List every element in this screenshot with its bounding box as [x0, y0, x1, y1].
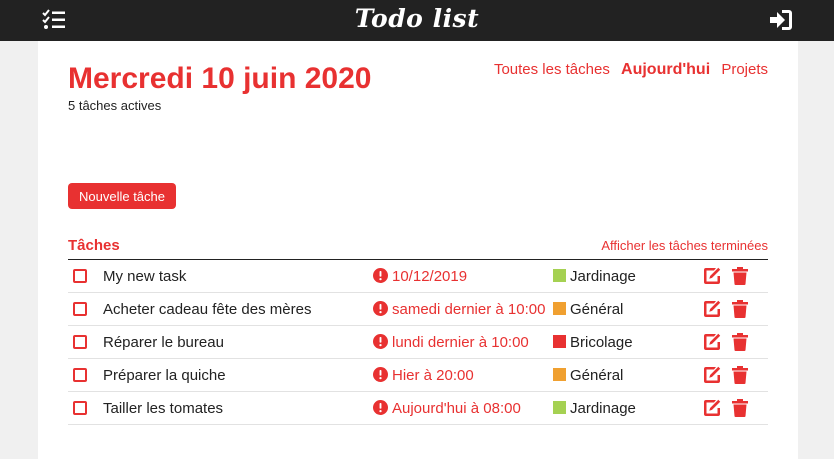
edit-icon[interactable] — [703, 300, 721, 318]
task-checkbox[interactable] — [73, 335, 87, 349]
task-checkbox[interactable] — [73, 401, 87, 415]
task-due-date: Aujourd'hui à 08:00 — [392, 400, 521, 417]
tasks-title: Tâches — [68, 237, 120, 254]
app-logo[interactable]: Todo list — [0, 4, 834, 33]
trash-icon[interactable] — [732, 399, 748, 417]
task-checkbox[interactable] — [73, 302, 87, 316]
show-completed-link[interactable]: Afficher les tâches terminées — [601, 238, 768, 253]
new-task-button[interactable]: Nouvelle tâche — [68, 183, 176, 209]
trash-icon[interactable] — [732, 267, 748, 285]
project-color-swatch — [553, 401, 566, 414]
view-nav: Toutes les tâches Aujourd'hui Projets — [487, 61, 768, 79]
task-name[interactable]: Préparer la quiche — [103, 367, 226, 384]
task-due-date: Hier à 20:00 — [392, 367, 474, 384]
trash-icon[interactable] — [732, 300, 748, 318]
nav-projects[interactable]: Projets — [721, 61, 768, 78]
edit-icon[interactable] — [703, 267, 721, 285]
main-panel: Mercredi 10 juin 2020 5 tâches actives T… — [38, 41, 798, 459]
project-color-swatch — [553, 368, 566, 381]
task-checkbox[interactable] — [73, 368, 87, 382]
page-title: Mercredi 10 juin 2020 — [68, 62, 372, 95]
top-bar: Todo list — [0, 0, 834, 41]
task-project: Bricolage — [570, 334, 633, 351]
exclamation-circle-icon — [373, 268, 388, 283]
nav-today[interactable]: Aujourd'hui — [621, 61, 710, 78]
task-row: My new task 10/12/2019 Jardinage — [68, 260, 768, 293]
task-due-date: 10/12/2019 — [392, 268, 468, 285]
active-tasks-count: 5 tâches actives — [68, 98, 162, 113]
project-color-swatch — [553, 335, 566, 348]
task-name[interactable]: Acheter cadeau fête des mères — [103, 301, 311, 318]
task-row: Tailler les tomates Aujourd'hui à 08:00 … — [68, 392, 768, 425]
edit-icon[interactable] — [703, 399, 721, 417]
exclamation-circle-icon — [373, 334, 388, 349]
exclamation-circle-icon — [373, 301, 388, 316]
task-row: Acheter cadeau fête des mères samedi der… — [68, 293, 768, 326]
task-project: Jardinage — [570, 268, 636, 285]
task-due-date: lundi dernier à 10:00 — [392, 334, 529, 351]
task-project: Général — [570, 301, 624, 318]
task-name[interactable]: Tailler les tomates — [103, 400, 223, 417]
task-project: Général — [570, 367, 624, 384]
exclamation-circle-icon — [373, 400, 388, 415]
task-row: Réparer le bureau lundi dernier à 10:00 … — [68, 326, 768, 359]
exclamation-circle-icon — [373, 367, 388, 382]
trash-icon[interactable] — [732, 333, 748, 351]
edit-icon[interactable] — [703, 333, 721, 351]
tasks-header: Tâches Afficher les tâches terminées — [68, 237, 768, 260]
task-checkbox[interactable] — [73, 269, 87, 283]
task-name[interactable]: Réparer le bureau — [103, 334, 224, 351]
task-project: Jardinage — [570, 400, 636, 417]
trash-icon[interactable] — [732, 366, 748, 384]
task-row: Préparer la quiche Hier à 20:00 Général — [68, 359, 768, 392]
sign-in-icon[interactable] — [769, 9, 793, 31]
project-color-swatch — [553, 302, 566, 315]
nav-all-tasks[interactable]: Toutes les tâches — [494, 61, 610, 78]
task-list: My new task 10/12/2019 Jardinage Acheter… — [68, 260, 768, 425]
task-due-date: samedi dernier à 10:00 — [392, 301, 546, 318]
task-name[interactable]: My new task — [103, 268, 186, 285]
project-color-swatch — [553, 269, 566, 282]
edit-icon[interactable] — [703, 366, 721, 384]
